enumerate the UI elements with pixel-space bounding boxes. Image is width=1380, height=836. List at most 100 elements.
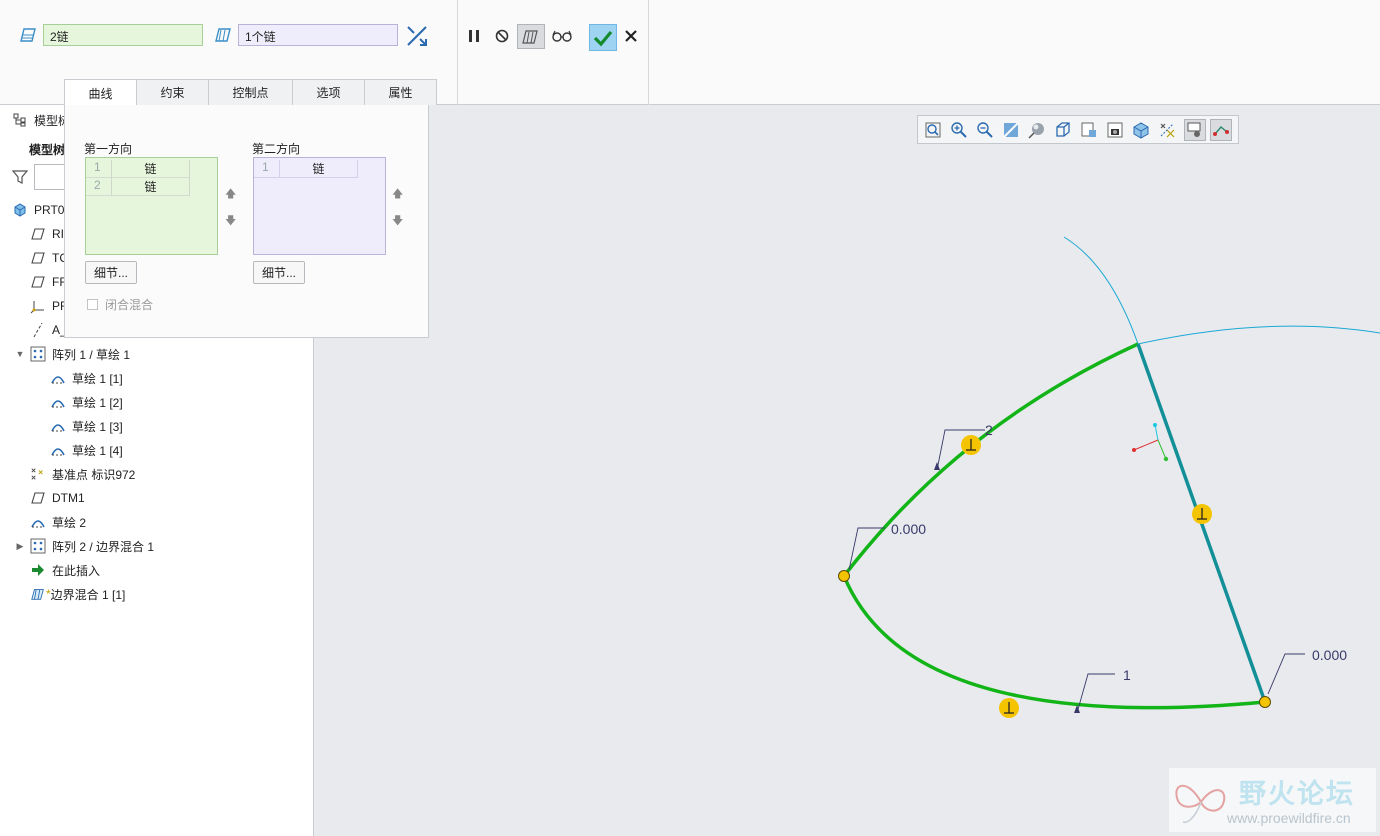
display-style-icon[interactable] [1028,121,1046,139]
tree-item-label: 阵列 1 / 草绘 1 [52,347,131,362]
dashboard-tabs: 曲线 约束 控制点 选项 属性 [64,79,437,107]
ok-button[interactable] [589,24,617,51]
tree-item[interactable]: TC [30,246,68,270]
endpoint-handle-right[interactable] [1259,696,1271,708]
pattern-icon [30,346,46,362]
first-direction-list[interactable]: 1 链 2 链 [85,157,218,255]
close-icon [625,30,637,42]
second-direction-collector[interactable]: 1个链 [238,24,398,46]
tab-properties[interactable]: 属性 [364,79,437,105]
endpoint-handle-left[interactable] [838,570,850,582]
chain-1-curve[interactable] [842,575,1266,710]
tree-item[interactable]: 在此插入 [30,558,100,582]
model-tree-header[interactable]: 模型树 [12,108,70,132]
tab-curves[interactable]: 曲线 [64,79,137,107]
expand-arrow-icon[interactable]: ▶ [14,541,26,552]
tree-item[interactable]: ▶ 阵列 2 / 边界混合 1 [14,534,154,558]
tree-item-label: PRT0 [34,203,65,217]
zoom-in-icon[interactable] [950,121,968,139]
datum-plane-icon [30,490,46,506]
tree-item[interactable]: 草绘 1 [4] [50,438,123,462]
reference-curve-right [1137,325,1380,345]
move-down-icon[interactable]: 🡇 [392,212,403,231]
tree-item[interactable]: 草绘 1 [1] [50,366,123,390]
graphics-window[interactable]: 2 0.000 1 0.000 [316,105,1380,836]
datum-point-icon [30,466,46,482]
constraint-handle-chain-2[interactable] [961,435,981,455]
move-down-icon[interactable]: 🡇 [225,212,236,231]
first-details-button[interactable]: 细节... [85,261,137,284]
glasses-preview-button[interactable] [550,26,574,46]
tree-item[interactable]: A_ [30,318,67,342]
collapse-arrow-icon[interactable]: ▼ [14,349,26,359]
tree-item[interactable]: 草绘 1 [2] [50,390,123,414]
boundary-blend-icon [30,586,46,602]
first-direction-icon [18,26,38,47]
tree-item-label: RI [52,227,64,241]
value-left-label[interactable]: 0.000 [891,521,926,537]
pause-button[interactable] [464,26,484,46]
datum-plane-icon [30,274,46,290]
datum-plane-icon [30,226,46,242]
second-direction-list[interactable]: 1 链 [253,157,386,255]
appearance-icon[interactable] [1132,121,1150,139]
annotation-display-button[interactable] [1184,119,1206,141]
list-item[interactable]: 1 链 [254,160,358,178]
filter-icon[interactable] [12,169,28,185]
annotation-display-icon [1187,122,1201,137]
tree-item[interactable]: ▼ 阵列 1 / 草绘 1 [14,342,130,366]
pattern-icon [30,538,46,554]
checkbox-box[interactable] [87,299,98,310]
tree-item[interactable]: PRT0 [12,198,64,222]
view-manager-icon[interactable] [1080,121,1098,139]
spin-center-button[interactable] [1210,119,1232,141]
tree-item[interactable]: DTM1 [30,486,85,510]
sketch-icon [50,418,66,434]
tree-item[interactable]: 草绘 2 [30,510,86,534]
tree-item[interactable]: 基准点 标识972 [30,462,135,486]
perspective-icon[interactable] [1106,121,1124,139]
curves-panel: 第一方向 第二方向 1 链 2 链 🡅 🡇 1 链 🡅 🡇 细节... 细节..… [64,105,429,338]
chain-2-label: 2 [985,422,993,438]
tree-item[interactable]: RI [30,222,64,246]
saved-orientations-icon[interactable] [1054,121,1072,139]
first-direction-collector[interactable]: 2链 [43,24,203,46]
cancel-button[interactable] [621,26,641,46]
no-preview-button[interactable] [492,26,512,46]
tree-item-label: DTM1 [52,491,85,505]
refit-icon[interactable] [924,121,942,139]
zoom-out-icon[interactable] [976,121,994,139]
tree-item-label: 草绘 1 [3] [72,419,123,434]
tree-item[interactable]: 草绘 1 [3] [50,414,123,438]
coordinate-system-icon [30,298,46,314]
constraint-handle-second-direction[interactable] [1192,504,1212,524]
tab-constraints[interactable]: 约束 [136,79,209,105]
verify-mode-button[interactable] [517,24,545,49]
sketch-icon [30,514,46,530]
move-up-icon[interactable]: 🡅 [225,185,236,204]
sketch-icon [50,394,66,410]
datum-display-icon[interactable] [1158,121,1176,139]
list-item[interactable]: 2 链 [86,178,190,196]
triad-y-axis [1154,424,1159,441]
chain-2-curve[interactable] [842,342,1139,578]
tree-item-label: 草绘 1 [4] [72,443,123,458]
tree-item[interactable]: PF [30,294,67,318]
tab-control-points[interactable]: 控制点 [208,79,293,105]
tree-item-label: 草绘 1 [1] [72,371,123,386]
model-tree-icon [12,112,28,128]
list-item[interactable]: 1 链 [86,160,190,178]
adjust-curve-icon[interactable] [405,24,429,51]
move-up-icon[interactable]: 🡅 [392,185,403,204]
closed-blend-checkbox[interactable]: 闭合混合 [87,296,153,313]
constraint-handle-chain-1[interactable] [999,698,1019,718]
tab-options[interactable]: 选项 [292,79,365,105]
tree-item[interactable]: * 边界混合 1 [1] [30,582,125,606]
value-right-label[interactable]: 0.000 [1312,647,1347,663]
model-geometry [838,236,1380,718]
butterfly-logo-icon [1175,784,1226,824]
repaint-icon[interactable] [1002,121,1020,139]
spin-center-icon [1213,126,1229,136]
tree-item[interactable]: FF [30,270,67,294]
second-details-button[interactable]: 细节... [253,261,305,284]
